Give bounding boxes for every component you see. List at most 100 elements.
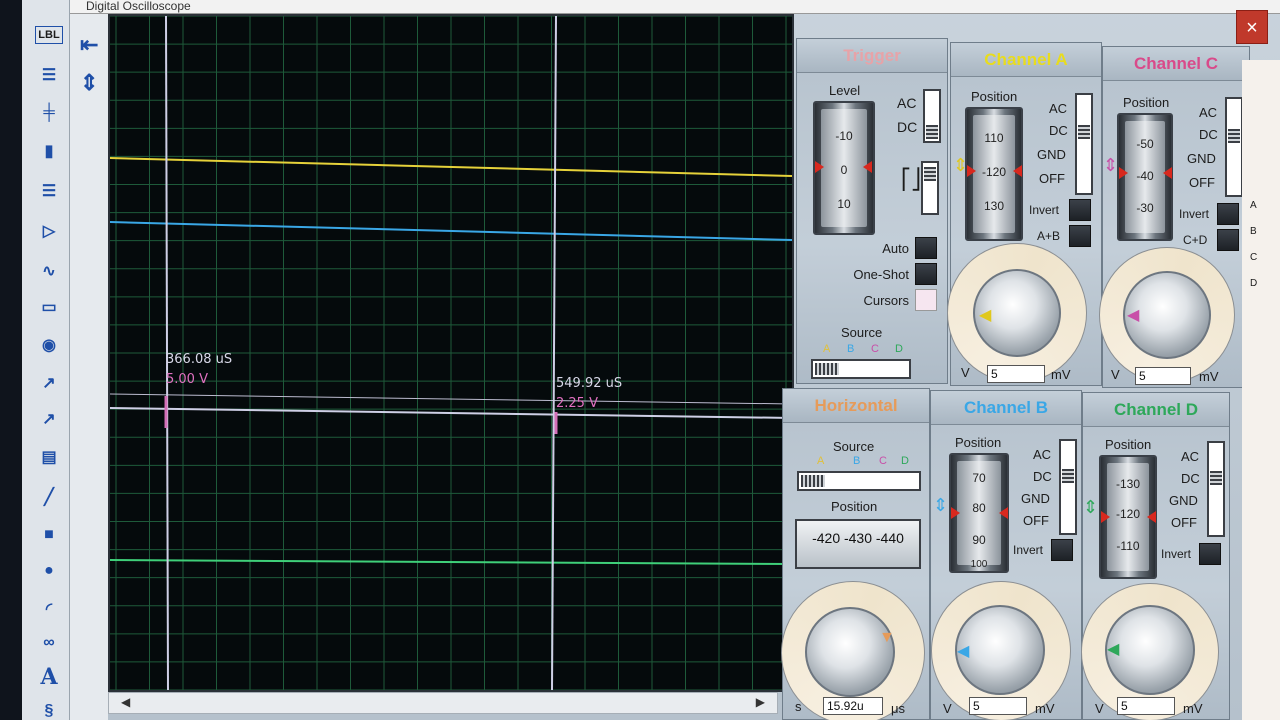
- channel-b-title: Channel B: [931, 391, 1081, 425]
- channel-a-gnd-label: GND: [1037, 147, 1066, 162]
- schematic-pin-b: B: [1250, 226, 1257, 237]
- oneshot-button[interactable]: [915, 263, 937, 285]
- cursor2-voltage: 2.25 V: [556, 396, 598, 411]
- channel-d-coupling-switch[interactable]: [1207, 441, 1225, 537]
- channel-b-value-field[interactable]: 5: [969, 697, 1027, 715]
- trigger-coupling-switch[interactable]: [923, 89, 941, 143]
- channel-c-scale-mid: -40: [1136, 169, 1154, 183]
- cursor1-voltage: 5.00 V: [166, 372, 208, 387]
- tape-icon[interactable]: ▭: [32, 292, 66, 322]
- buffer-icon[interactable]: ▷: [32, 216, 66, 246]
- trigger-panel: Trigger Level -10 0 10 AC DC ⎡⎦ Auto One…: [796, 38, 948, 384]
- channel-d-value-field[interactable]: 5: [1117, 697, 1175, 715]
- channel-c-marker-right: [1163, 167, 1172, 179]
- channel-c-invert-button[interactable]: [1217, 203, 1239, 225]
- channel-a-position-label: Position: [971, 89, 1018, 104]
- channel-a-invert-label: Invert: [1029, 203, 1060, 217]
- horizontal-source-label: Source: [833, 439, 875, 454]
- left-toolbar: LBL ☰ ╪ ▮ ☰ ▷ ∿ ▭ ◉ ↗ ↗ ▤ ╱ ■ ● ◜ ∞ A §: [0, 0, 70, 720]
- channel-a-marker-left: [967, 165, 976, 177]
- arrow-left-icon[interactable]: ⇤: [80, 32, 98, 58]
- level-label: Level: [829, 83, 861, 98]
- channel-a-dial-pointer: ◀: [979, 307, 992, 324]
- schematic-pin-d: D: [1250, 278, 1258, 289]
- channel-d-off-label: OFF: [1171, 515, 1197, 530]
- symbol-icon[interactable]: §: [32, 696, 66, 720]
- channel-c-coupling-switch[interactable]: [1225, 97, 1243, 197]
- channel-a-unit-left: V: [961, 365, 970, 380]
- component-icon[interactable]: ▮: [32, 136, 66, 166]
- channel-b-invert-button[interactable]: [1051, 539, 1073, 561]
- instrument-icon[interactable]: ▤: [32, 442, 66, 472]
- list-icon[interactable]: ☰: [32, 60, 66, 90]
- auto-button[interactable]: [915, 237, 937, 259]
- close-button[interactable]: ×: [1236, 10, 1268, 44]
- channel-a-coupling-switch[interactable]: [1075, 93, 1093, 195]
- window-title: Digital Oscilloscope: [70, 0, 1280, 14]
- channel-d-title: Channel D: [1083, 393, 1229, 427]
- channel-d-invert-label: Invert: [1161, 547, 1192, 561]
- schematic-background: A B C D: [1242, 60, 1280, 720]
- channel-b-invert-label: Invert: [1013, 543, 1044, 557]
- channel-d-scale-mid: -120: [1115, 507, 1141, 521]
- channel-c-value-field[interactable]: 5: [1135, 367, 1191, 385]
- channel-a-scale-top: 110: [984, 131, 1004, 145]
- channel-c-gnd-label: GND: [1187, 151, 1216, 166]
- trigger-source-selector[interactable]: [811, 359, 911, 379]
- channel-b-ac-label: AC: [1033, 447, 1052, 462]
- scroll-left-icon[interactable]: ◀: [121, 695, 130, 709]
- trigger-edge-switch[interactable]: [921, 161, 939, 215]
- bus-icon[interactable]: ╪: [32, 98, 66, 128]
- channel-c-math-button[interactable]: [1217, 229, 1239, 251]
- horizontal-source-b: B: [853, 455, 861, 467]
- horizontal-source-selector[interactable]: [797, 471, 921, 491]
- cursors-button[interactable]: [915, 289, 937, 311]
- trigger-scale-top: -10: [835, 129, 853, 143]
- channel-b-marker-right: [999, 507, 1008, 519]
- channel-b-coupling-switch[interactable]: [1059, 439, 1077, 535]
- channel-d-unit-left: V: [1095, 701, 1104, 716]
- channel-a-invert-button[interactable]: [1069, 199, 1091, 221]
- channel-c-title: Channel C: [1103, 47, 1249, 81]
- trigger-title: Trigger: [797, 39, 947, 73]
- channel-d-position-label: Position: [1105, 437, 1152, 452]
- channel-c-unit-left: V: [1111, 367, 1120, 382]
- channel-d-gnd-label: GND: [1169, 493, 1198, 508]
- channel-b-dc-label: DC: [1033, 469, 1052, 484]
- trigger-source-c: C: [871, 343, 879, 355]
- cursor1-time: 366.08 uS: [166, 352, 233, 367]
- terminal-icon[interactable]: ☰: [32, 176, 66, 206]
- circle-icon[interactable]: ●: [32, 556, 66, 586]
- label-tool-button[interactable]: LBL: [35, 26, 63, 44]
- channel-c-panel: Channel C Position -50 -40 -30 ⇕ AC DC G…: [1099, 46, 1250, 388]
- channel-d-invert-button[interactable]: [1199, 543, 1221, 565]
- text-icon[interactable]: A: [32, 662, 66, 692]
- scroll-right-icon[interactable]: ▶: [756, 695, 765, 709]
- horizontal-time-dial[interactable]: [805, 607, 895, 697]
- horizontal-title: Horizontal: [783, 389, 929, 423]
- horizontal-panel: Horizontal Source A B C D Position -420 …: [781, 388, 930, 720]
- channel-c-scale-top: -50: [1136, 137, 1154, 151]
- horizontal-position-control[interactable]: -420 -430 -440: [795, 519, 921, 569]
- arc-icon[interactable]: ◜: [32, 594, 66, 624]
- line-icon[interactable]: ╱: [32, 482, 66, 512]
- channel-c-unit-right: mV: [1199, 369, 1219, 384]
- current-probe-icon[interactable]: ↗: [32, 404, 66, 434]
- channel-a-math-button[interactable]: [1069, 225, 1091, 247]
- path-icon[interactable]: ∞: [32, 628, 66, 658]
- horizontal-unit-right: μs: [891, 701, 905, 716]
- horizontal-scrollbar[interactable]: ◀ ▶: [108, 692, 778, 714]
- scope-display[interactable]: 366.08 uS 5.00 V 549.92 uS 2.25 V: [108, 14, 794, 692]
- trigger-scale-bottom: 10: [837, 197, 851, 211]
- box-icon[interactable]: ■: [32, 520, 66, 550]
- channel-b-scale-mid: 80: [972, 501, 986, 515]
- schematic-pin-a: A: [1250, 200, 1257, 211]
- arrow-updown-icon[interactable]: ⇕: [80, 70, 98, 96]
- graph-icon[interactable]: ∿: [32, 256, 66, 286]
- channel-c-marker-left: [1119, 167, 1128, 179]
- channel-c-invert-label: Invert: [1179, 207, 1210, 221]
- horizontal-value-field[interactable]: 15.92u: [823, 697, 883, 715]
- voltage-probe-icon[interactable]: ↗: [32, 368, 66, 398]
- channel-a-value-field[interactable]: 5: [987, 365, 1045, 383]
- generator-icon[interactable]: ◉: [32, 330, 66, 360]
